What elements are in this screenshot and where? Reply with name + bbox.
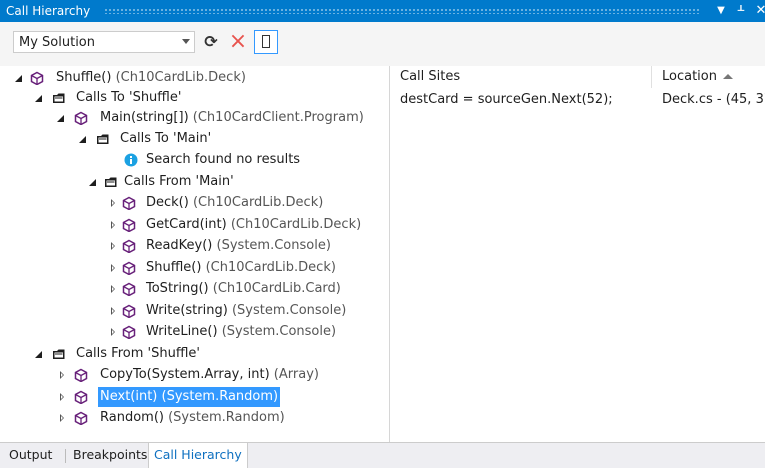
method-icon bbox=[74, 411, 88, 425]
chevron-down-icon bbox=[182, 39, 190, 44]
toolbar: My Solution ⟳ × bbox=[0, 22, 765, 66]
method-name: Deck() bbox=[146, 195, 189, 210]
static-method-icon bbox=[74, 111, 88, 125]
title-bar: Call Hierarchy ▼ ᚆ ✕ bbox=[0, 0, 765, 22]
method-context: (System.Console) bbox=[231, 303, 347, 318]
method-icon bbox=[122, 239, 136, 253]
group-label: Calls From 'Shuffle' bbox=[76, 346, 200, 361]
method-context: (Ch10CardLib.Deck) bbox=[230, 217, 362, 232]
pin-icon[interactable]: ᚆ bbox=[734, 2, 748, 20]
folder-icon bbox=[96, 134, 109, 145]
info-icon bbox=[124, 153, 138, 167]
scope-dropdown[interactable]: My Solution bbox=[13, 31, 195, 53]
method-icon bbox=[74, 368, 88, 382]
toggle-details-icon[interactable] bbox=[254, 30, 278, 54]
column-header-call-sites[interactable]: Call Sites bbox=[390, 66, 652, 88]
method-context: (System.Console) bbox=[221, 324, 337, 339]
method-name: Main(string[]) bbox=[100, 110, 189, 125]
method-icon bbox=[122, 325, 136, 339]
method-context: (Ch10CardLib.Deck) bbox=[192, 195, 324, 210]
folder-icon bbox=[52, 93, 65, 104]
method-context: (System.Random) bbox=[168, 410, 285, 425]
title-grip bbox=[104, 8, 699, 14]
tab-output[interactable]: Output bbox=[4, 443, 57, 468]
location-cell[interactable]: Deck.cs - (45, 37) bbox=[662, 90, 765, 110]
close-icon[interactable]: ✕ bbox=[754, 2, 765, 20]
expander-collapsed[interactable] bbox=[109, 193, 119, 213]
method-icon bbox=[122, 282, 136, 296]
expander-expanded[interactable] bbox=[88, 172, 98, 192]
group-label: Calls To 'Shuffle' bbox=[76, 90, 182, 105]
method-name: CopyTo(System.Array, int) bbox=[100, 367, 270, 382]
column-header-location[interactable]: Location bbox=[652, 66, 765, 88]
method-context: (Ch10CardLib.Card) bbox=[212, 281, 341, 296]
method-context: (Array) bbox=[273, 367, 319, 382]
method-name: WriteLine() bbox=[146, 324, 218, 339]
expander-expanded[interactable] bbox=[78, 129, 88, 149]
folder-icon bbox=[52, 349, 65, 360]
cancel-icon[interactable]: × bbox=[228, 31, 248, 53]
expander-expanded[interactable] bbox=[56, 108, 66, 128]
tab-separator bbox=[65, 449, 66, 463]
method-name: Shuffle() bbox=[56, 70, 112, 85]
tab-call-hierarchy[interactable]: Call Hierarchy bbox=[148, 443, 248, 468]
method-context: (System.Random) bbox=[161, 389, 279, 404]
method-name: Write(string) bbox=[146, 303, 228, 318]
group-label: Calls From 'Main' bbox=[124, 174, 234, 189]
method-name: Next(int) bbox=[100, 389, 158, 404]
method-context: (Ch10CardLib.Deck) bbox=[115, 70, 246, 85]
method-icon bbox=[122, 304, 136, 318]
tab-breakpoints[interactable]: Breakpoints bbox=[68, 443, 152, 468]
scope-value: My Solution bbox=[19, 35, 96, 50]
column-header-label: Location bbox=[662, 69, 717, 84]
refresh-icon[interactable]: ⟳ bbox=[201, 31, 221, 53]
call-tree: Shuffle() (Ch10CardLib.Deck) Calls To 'S… bbox=[0, 66, 390, 442]
call-sites-pane: Call Sites Location destCard = sourceGen… bbox=[390, 66, 765, 442]
method-icon bbox=[122, 196, 136, 210]
expander-expanded[interactable] bbox=[14, 68, 24, 88]
expander-collapsed[interactable] bbox=[58, 387, 68, 407]
window-title: Call Hierarchy bbox=[6, 4, 91, 18]
method-icon bbox=[122, 218, 136, 232]
method-context: (Ch10CardLib.Deck) bbox=[205, 260, 336, 275]
expander-collapsed[interactable] bbox=[109, 322, 119, 342]
method-context: (Ch10CardClient.Program) bbox=[192, 110, 364, 125]
expander-collapsed[interactable] bbox=[109, 301, 119, 321]
expander-collapsed[interactable] bbox=[109, 236, 119, 256]
method-name: Random() bbox=[100, 410, 164, 425]
expander-collapsed[interactable] bbox=[58, 365, 68, 385]
folder-icon bbox=[104, 177, 117, 188]
method-name: ReadKey() bbox=[146, 238, 213, 253]
tool-window-tabs: Output Breakpoints Call Hierarchy bbox=[0, 442, 765, 468]
expander-collapsed[interactable] bbox=[109, 279, 119, 299]
expander-collapsed[interactable] bbox=[109, 258, 119, 278]
call-site-cell[interactable]: destCard = sourceGen.Next(52); bbox=[400, 90, 613, 110]
sort-ascending-icon bbox=[722, 74, 733, 79]
column-header-label: Call Sites bbox=[400, 69, 461, 84]
method-name: ToString() bbox=[146, 281, 209, 296]
expander-collapsed[interactable] bbox=[109, 215, 119, 235]
method-name: Shuffle() bbox=[146, 260, 202, 275]
method-context: (System.Console) bbox=[216, 238, 331, 253]
method-icon bbox=[122, 261, 136, 275]
group-label: Calls To 'Main' bbox=[120, 131, 212, 146]
window-dropdown-icon[interactable]: ▼ bbox=[714, 2, 728, 20]
method-icon bbox=[30, 71, 44, 85]
method-name: GetCard(int) bbox=[146, 217, 227, 232]
method-icon bbox=[74, 390, 88, 404]
expander-expanded[interactable] bbox=[34, 344, 44, 364]
expander-expanded[interactable] bbox=[34, 88, 44, 108]
info-message: Search found no results bbox=[146, 152, 301, 167]
expander-collapsed[interactable] bbox=[58, 408, 68, 428]
